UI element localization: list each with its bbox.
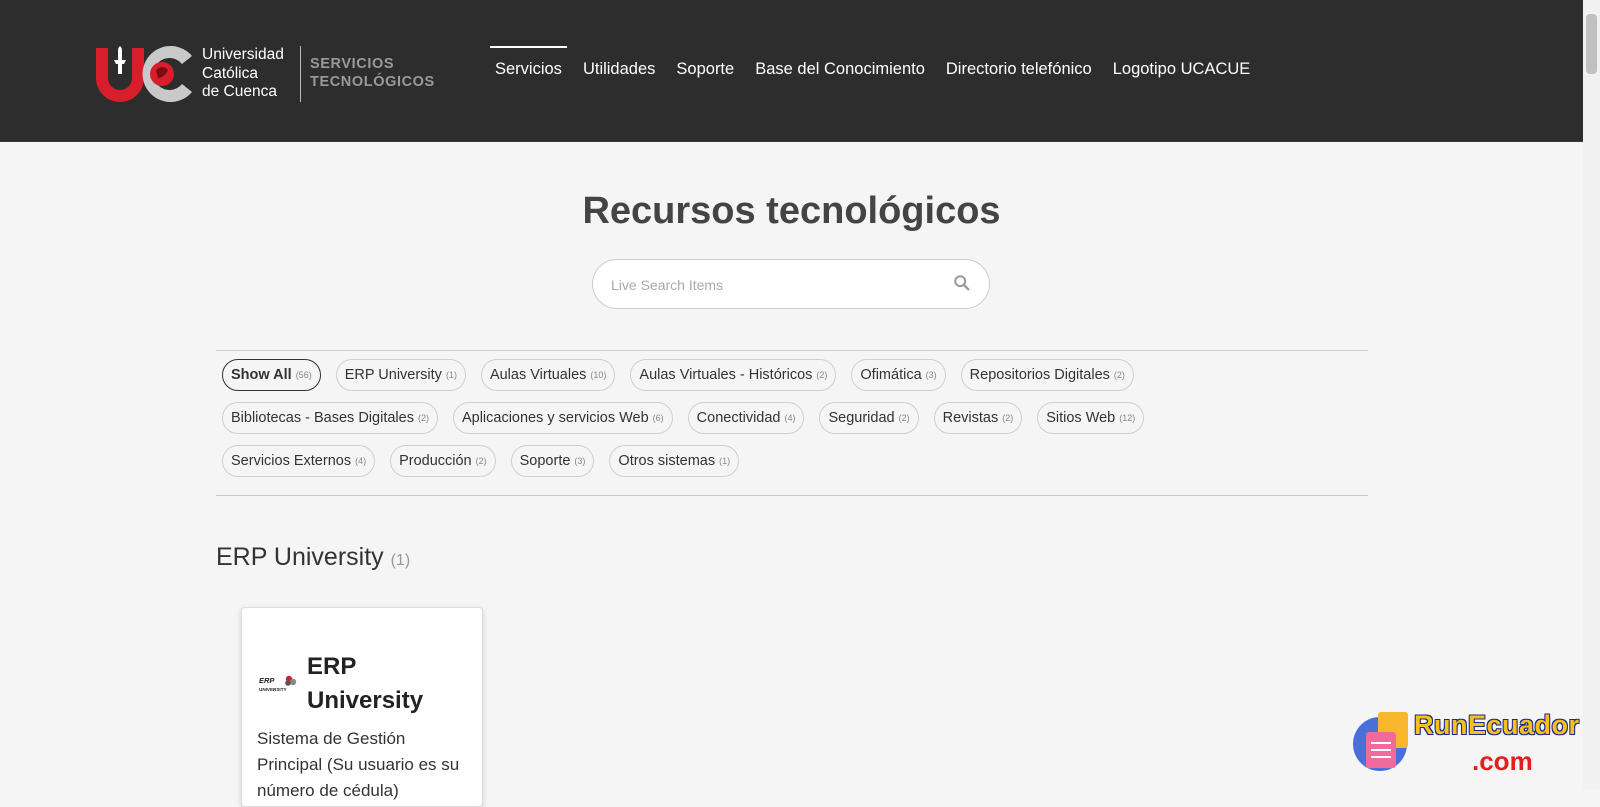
filter-otros-sistemas[interactable]: Otros sistemas (1) xyxy=(609,445,740,477)
filter-panel: Show All (56) ERP University (1) Aulas V… xyxy=(216,350,1368,496)
filter-show-all[interactable]: Show All (56) xyxy=(222,359,321,391)
section-title: ERP University (1) xyxy=(216,543,410,572)
logo-line-2: Católica xyxy=(202,64,258,82)
filter-aulas-historicos[interactable]: Aulas Virtuales - Históricos (2) xyxy=(630,359,837,391)
nav-directorio[interactable]: Directorio telefónico xyxy=(946,46,1092,92)
filter-count: (2) xyxy=(1113,370,1125,380)
card-description: Sistema de Gestión Principal (Su usuario… xyxy=(257,729,460,800)
filter-count: (12) xyxy=(1119,413,1136,423)
search-input[interactable] xyxy=(609,272,943,298)
filter-erp-university[interactable]: ERP University (1) xyxy=(335,359,466,391)
filter-row-3: Servicios Externos (4) Producción (2) So… xyxy=(222,445,754,477)
filter-produccion[interactable]: Producción (2) xyxy=(390,445,496,477)
filter-count: (6) xyxy=(652,413,664,423)
svg-text:UNIVERSITY: UNIVERSITY xyxy=(259,687,287,692)
filter-count: (10) xyxy=(590,370,607,380)
filter-count: (3) xyxy=(925,370,937,380)
main-nav: Servicios Utilidades Soporte Base del Co… xyxy=(490,46,1271,92)
uc-logo-mark xyxy=(96,46,192,102)
site-header: Universidad Católica de Cuenca SERVICIOS… xyxy=(0,0,1583,142)
logo-divider xyxy=(300,46,301,102)
filter-count: (4) xyxy=(784,413,796,423)
nav-logotipo[interactable]: Logotipo UCACUE xyxy=(1113,46,1251,92)
filter-repositorios[interactable]: Repositorios Digitales (2) xyxy=(960,359,1134,391)
search-icon[interactable] xyxy=(953,274,971,292)
filter-label: ERP University xyxy=(344,367,442,383)
filter-count: (2) xyxy=(1002,413,1014,423)
filter-row-2: Bibliotecas - Bases Digitales (2) Aplica… xyxy=(222,402,1159,434)
filter-count: (1) xyxy=(445,370,457,380)
filter-label: Repositorios Digitales xyxy=(969,367,1110,383)
filter-label: Servicios Externos xyxy=(231,453,352,469)
filter-label: Conectividad xyxy=(696,410,781,426)
services-line-1: SERVICIOS xyxy=(310,56,395,72)
filter-label: Aulas Virtuales xyxy=(489,367,587,383)
nav-base-conocimiento[interactable]: Base del Conocimiento xyxy=(755,46,925,92)
services-line-2: TECNOLÓGICOS xyxy=(310,74,435,90)
section-count: (1) xyxy=(390,552,411,569)
filter-seguridad[interactable]: Seguridad (2) xyxy=(819,402,919,434)
resource-card[interactable]: ERP UNIVERSITY ERP University Sistema de… xyxy=(241,607,483,807)
filter-label: Revistas xyxy=(942,410,999,426)
svg-text:ERP: ERP xyxy=(259,676,275,685)
services-title: SERVICIOS TECNOLÓGICOS xyxy=(310,55,435,91)
filter-label: Show All xyxy=(231,367,292,383)
filter-count: (2) xyxy=(417,413,429,423)
erp-university-logo: ERP UNIVERSITY xyxy=(259,675,297,692)
university-logo[interactable]: Universidad Católica de Cuenca SERVICIOS… xyxy=(94,42,454,104)
card-title[interactable]: ERP University xyxy=(307,650,477,718)
watermark-line-1: RunEcuador xyxy=(1414,710,1580,740)
filter-label: Otros sistemas xyxy=(618,453,716,469)
filter-count: (1) xyxy=(719,456,731,466)
page-title: Recursos tecnológicos xyxy=(582,190,1001,232)
filter-count: (2) xyxy=(898,413,910,423)
nav-utilidades[interactable]: Utilidades xyxy=(583,46,655,92)
search-box xyxy=(592,259,990,309)
filter-count: (56) xyxy=(295,370,312,380)
nav-soporte[interactable]: Soporte xyxy=(676,46,734,92)
filter-count: (3) xyxy=(574,456,586,466)
filter-servicios-externos[interactable]: Servicios Externos (4) xyxy=(222,445,376,477)
filter-aplicaciones-web[interactable]: Aplicaciones y servicios Web (6) xyxy=(452,402,673,434)
filter-label: Aulas Virtuales - Históricos xyxy=(639,367,813,383)
filter-label: Seguridad xyxy=(828,410,895,426)
filter-count: (2) xyxy=(816,370,828,380)
section-title-text: ERP University xyxy=(216,543,384,571)
filter-label: Producción xyxy=(399,453,472,469)
filter-label: Sitios Web xyxy=(1046,410,1116,426)
filter-conectividad[interactable]: Conectividad (4) xyxy=(687,402,805,434)
filter-count: (4) xyxy=(355,456,367,466)
page-scrollbar[interactable] xyxy=(1583,0,1600,789)
filter-label: Ofimática xyxy=(860,367,922,383)
filter-soporte[interactable]: Soporte (3) xyxy=(510,445,595,477)
logo-line-3: de Cuenca xyxy=(202,83,277,100)
filter-aulas-virtuales[interactable]: Aulas Virtuales (10) xyxy=(480,359,616,391)
filter-ofimatica[interactable]: Ofimática (3) xyxy=(851,359,946,391)
runecuador-watermark: RunEcuador .com xyxy=(1352,710,1592,789)
document-icon xyxy=(1353,712,1408,771)
filter-label: Soporte xyxy=(519,453,571,469)
filter-row-1: Show All (56) ERP University (1) Aulas V… xyxy=(222,359,1149,391)
watermark-line-2: .com xyxy=(1472,746,1533,776)
filter-label: Aplicaciones y servicios Web xyxy=(461,410,649,426)
logo-line-1: Universidad xyxy=(202,46,284,63)
filter-bibliotecas[interactable]: Bibliotecas - Bases Digitales (2) xyxy=(222,402,438,434)
nav-servicios[interactable]: Servicios xyxy=(490,46,567,92)
filter-sitios-web[interactable]: Sitios Web (12) xyxy=(1037,402,1145,434)
filter-count: (2) xyxy=(475,456,487,466)
scroll-thumb[interactable] xyxy=(1586,14,1597,74)
university-name: Universidad Católica de Cuenca xyxy=(202,46,284,102)
filter-revistas[interactable]: Revistas (2) xyxy=(933,402,1023,434)
filter-label: Bibliotecas - Bases Digitales xyxy=(231,410,414,426)
